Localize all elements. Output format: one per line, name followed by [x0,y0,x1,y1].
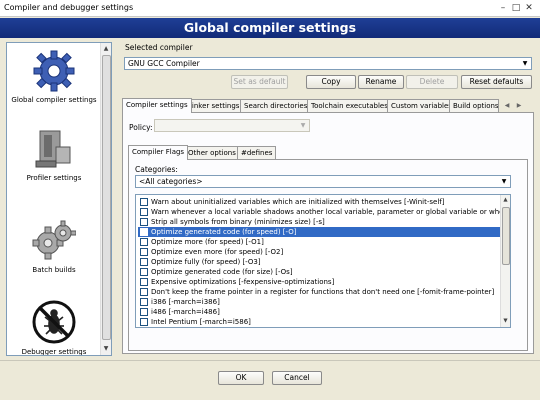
flag-label: Don't keep the frame pointer in a regist… [151,288,495,296]
list-item[interactable]: Warn whenever a local variable shadows a… [138,207,510,217]
flag-checkbox[interactable] [140,258,148,266]
bug-icon [32,300,76,344]
tab-linker-settings[interactable]: Linker settings [184,99,244,113]
settings-sidebar: Global compiler settings Profiler settin… [6,42,112,356]
scrollbar-thumb[interactable] [102,55,111,340]
sidebar-scrollbar[interactable]: ▲ ▼ [100,43,111,355]
flag-label: Strip all symbols from binary (minimizes… [151,218,325,226]
close-icon[interactable]: ✕ [523,3,535,14]
flag-checkbox[interactable] [140,198,148,206]
set-as-default-button[interactable]: Set as default [231,75,288,89]
chevron-down-icon: ▼ [501,178,507,185]
window-title: Compiler and debugger settings [4,3,134,12]
flag-label: Optimize more (for speed) [-O1] [151,238,264,246]
flag-label: Expensive optimizations [-fexpensive-opt… [151,278,335,286]
flag-checkbox[interactable] [140,298,148,306]
tab-scroll-left-icon[interactable]: ◀ [502,101,512,111]
flag-checkbox[interactable] [140,238,148,246]
list-item[interactable]: Optimize fully (for speed) [-O3] [138,257,510,267]
ok-button[interactable]: OK [218,371,264,385]
list-item[interactable]: i486 [-march=i486] [138,307,510,317]
tab-search-directories[interactable]: Search directories [240,99,312,113]
tab-other-options[interactable]: Other options [184,146,240,160]
categories-label: Categories: [135,165,178,174]
flag-checkbox[interactable] [140,318,148,326]
chevron-down-icon: ▼ [300,122,306,129]
sidebar-item-label: Profiler settings [26,174,82,182]
list-item[interactable]: Optimize generated code (for size) [-Os] [138,267,510,277]
maximize-icon[interactable]: □ [510,3,522,14]
delete-button[interactable]: Delete [406,75,458,89]
flag-label: Intel Pentium [-march=i586] [151,318,251,326]
footer-separator [0,360,540,361]
flag-label: Warn whenever a local variable shadows a… [151,208,511,216]
flag-label: Optimize fully (for speed) [-O3] [151,258,261,266]
copy-button[interactable]: Copy [306,75,356,89]
settings-banner: Global compiler settings [0,18,540,38]
cancel-button[interactable]: Cancel [272,371,322,385]
categories-value: <All categories> [139,177,203,186]
categories-select[interactable]: <All categories> ▼ [135,175,511,188]
list-item[interactable]: i386 [-march=i386] [138,297,510,307]
scroll-down-icon[interactable]: ▼ [501,316,510,326]
caliper-icon [35,130,71,168]
policy-select[interactable]: ▼ [154,119,310,132]
gears-icon [32,220,76,260]
flag-label: Optimize generated code (for speed) [-O] [151,228,297,236]
selected-compiler-select[interactable]: GNU GCC Compiler ▼ [124,57,532,70]
tab-scroll-right-icon[interactable]: ▶ [514,101,524,111]
list-item[interactable]: Strip all symbols from binary (minimizes… [138,217,510,227]
flag-checkbox[interactable] [140,268,148,276]
rename-button[interactable]: Rename [358,75,404,89]
list-item[interactable]: Don't keep the frame pointer in a regist… [138,287,510,297]
sidebar-item-batch-builds[interactable]: Batch builds [7,219,101,274]
flag-checkbox[interactable] [140,208,148,216]
list-item[interactable]: Warn about uninitialized variables which… [138,197,510,207]
list-item[interactable]: Optimize generated code (for speed) [-O] [138,227,510,237]
sidebar-item-label: Batch builds [32,266,76,274]
reset-defaults-button[interactable]: Reset defaults [461,75,532,89]
flag-checkbox[interactable] [140,248,148,256]
scroll-up-icon[interactable]: ▲ [101,43,111,54]
flag-checkbox[interactable] [140,288,148,296]
tab-custom-variables[interactable]: Custom variables [387,99,456,113]
flag-checkbox[interactable] [140,278,148,286]
policy-label: Policy: [129,123,153,132]
list-item[interactable]: Intel Pentium [-march=i586] [138,317,510,327]
sidebar-item-debugger[interactable]: Debugger settings [7,299,101,356]
sidebar-item-label: Global compiler settings [11,96,97,104]
flag-checkbox[interactable] [140,228,148,236]
tab-toolchain-executables[interactable]: Toolchain executables [307,99,392,113]
list-item[interactable]: Optimize more (for speed) [-O1] [138,237,510,247]
sidebar-item-global-compiler[interactable]: Global compiler settings [7,49,101,104]
selected-compiler-label: Selected compiler [125,43,193,52]
window-titlebar: Compiler and debugger settings – □ ✕ [0,0,540,17]
tab-compiler-flags[interactable]: Compiler Flags [128,145,189,160]
tab-defines[interactable]: #defines [237,146,277,160]
flags-scrollbar[interactable]: ▲ ▼ [500,195,510,327]
flag-label: Optimize even more (for speed) [-O2] [151,248,284,256]
list-item[interactable]: Expensive optimizations [-fexpensive-opt… [138,277,510,287]
sidebar-item-profiler[interactable]: Profiler settings [7,127,101,182]
scrollbar-thumb[interactable] [502,207,510,265]
tab-compiler-settings[interactable]: Compiler settings [122,98,192,113]
sidebar-item-label: Debugger settings [21,348,87,356]
scroll-down-icon[interactable]: ▼ [101,343,111,354]
flag-checkbox[interactable] [140,308,148,316]
gear-icon [33,50,75,92]
flag-label: i386 [-march=i386] [151,298,220,306]
selected-compiler-value: GNU GCC Compiler [128,59,200,68]
flag-label: Optimize generated code (for size) [-Os] [151,268,293,276]
chevron-down-icon: ▼ [522,60,528,67]
flag-checkbox[interactable] [140,218,148,226]
minimize-icon[interactable]: – [497,3,509,14]
flag-label: Warn about uninitialized variables which… [151,198,445,206]
scroll-up-icon[interactable]: ▲ [501,195,510,205]
list-item[interactable]: Optimize even more (for speed) [-O2] [138,247,510,257]
flag-label: i486 [-march=i486] [151,308,220,316]
banner-title: Global compiler settings [183,20,357,35]
tab-build-options[interactable]: Build options [449,99,499,113]
compiler-flags-list[interactable]: Warn about uninitialized variables which… [135,194,511,328]
